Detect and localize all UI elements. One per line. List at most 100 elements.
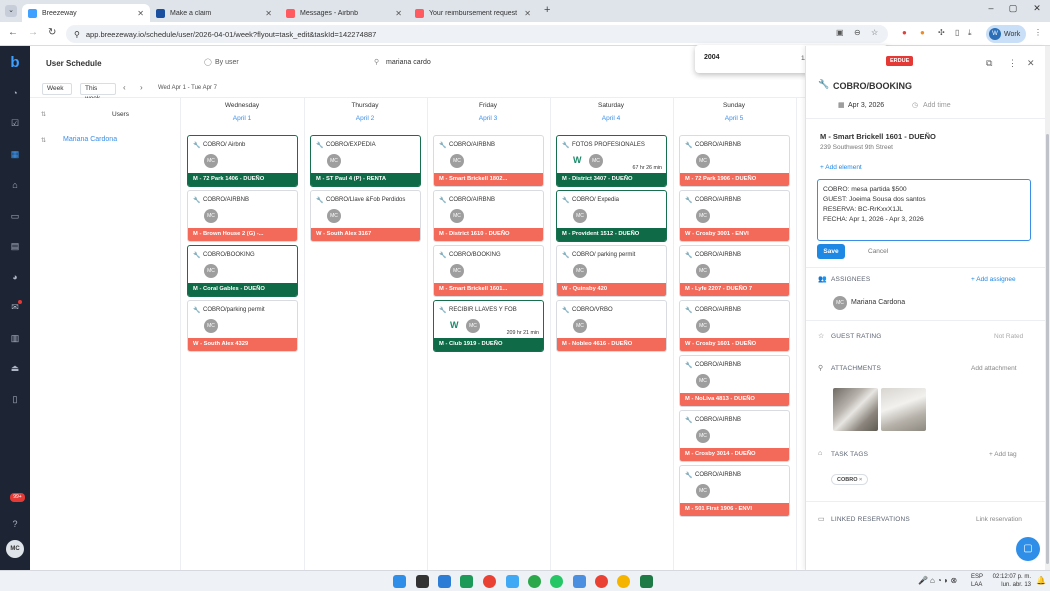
task-card[interactable]: 🔧 COBRO/BOOKING MC M - Coral Gables - DUEÑO: [187, 245, 298, 297]
extension-red-icon[interactable]: ●: [902, 28, 907, 37]
close-tab-icon[interactable]: ✕: [395, 9, 402, 18]
language-indicator[interactable]: ESP LAA: [971, 573, 983, 589]
task-card[interactable]: 🔧 COBRO/parking permit MC W - South Alex 43…: [187, 300, 298, 352]
attachment-thumbnail[interactable]: [881, 388, 926, 431]
guest-rating-value[interactable]: Not Rated: [994, 333, 1023, 340]
save-button[interactable]: Save: [817, 244, 845, 259]
maximize-button[interactable]: ▢: [1006, 3, 1020, 14]
task-card[interactable]: 🔧 COBRO/AIRBNB MC M - Brown House 2 (G) -..…: [187, 190, 298, 242]
browser-tab[interactable]: Messages - Airbnb ✕: [280, 4, 408, 22]
task-card[interactable]: 🔧 COBRO/AIRBNB MC M - District 1610 - DUEÑO: [433, 190, 544, 242]
task-card[interactable]: 🔧 COBRO/AIRBNB MC M - Lyfe 2207 - DUEÑO 7: [679, 245, 790, 297]
download-icon[interactable]: ⤓: [968, 28, 972, 38]
bed-icon[interactable]: ▭: [8, 209, 22, 223]
reports-icon[interactable]: ◕: [8, 270, 22, 284]
back-icon[interactable]: ←: [8, 27, 18, 38]
chat-icon[interactable]: ▢: [1016, 537, 1040, 561]
taskview-icon[interactable]: [416, 575, 429, 588]
chrome-icon-2[interactable]: [528, 575, 541, 588]
close-tab-icon[interactable]: ✕: [524, 9, 531, 18]
user-avatar[interactable]: MC: [6, 540, 24, 558]
task-card[interactable]: 🔧 COBRO/AIRBNB MC W - Crosby 3001 - ENVI: [679, 190, 790, 242]
clock[interactable]: 02:12:07 p. m. lun. abr. 13: [989, 573, 1031, 589]
messages-icon[interactable]: ✉: [8, 300, 22, 314]
tray-icons[interactable]: ⌂◔◗⊗: [930, 576, 959, 585]
chrome-icon[interactable]: [483, 575, 496, 588]
task-title[interactable]: COBRO/BOOKING: [833, 81, 912, 91]
task-card[interactable]: 🔧 RECIBIR LLAVES Y FOB W MC M - Club 1919 - …: [433, 300, 544, 352]
help-icon[interactable]: ?: [8, 517, 22, 531]
building-icon[interactable]: ▥: [8, 331, 22, 345]
home-icon[interactable]: ⌂: [8, 178, 22, 192]
this-week-button[interactable]: This week: [80, 83, 116, 102]
notification-bell-icon[interactable]: 🔔: [1036, 576, 1046, 585]
add-assignee-button[interactable]: + Add assignee: [971, 276, 1016, 283]
assignee-name[interactable]: Mariana Cardona: [851, 299, 905, 306]
mic-icon[interactable]: 🎤: [918, 576, 928, 585]
app-ms-icon[interactable]: [506, 575, 519, 588]
task-card[interactable]: 🔧 FOTOS PROFESIONALES W MC M - District 3407…: [556, 135, 667, 187]
new-tab-button[interactable]: +: [544, 4, 550, 16]
day-date[interactable]: April 5: [674, 115, 794, 122]
install-icon[interactable]: ▣: [836, 28, 844, 37]
more-menu-icon[interactable]: ⋮: [1008, 58, 1017, 69]
task-card[interactable]: 🔧 COBRO/AIRBNB MC M - NoLiva 4813 - DUEÑO: [679, 355, 790, 407]
minimize-button[interactable]: –: [984, 3, 998, 13]
task-card[interactable]: 🔧 COBRO/AIRBNB MC M - 72 Park 1906 - DUEÑO: [679, 135, 790, 187]
task-card[interactable]: 🔧 COBRO/ Airbnb MC M - 72 Park 1406 - DUEÑO: [187, 135, 298, 187]
task-notes-textarea[interactable]: COBRO: mesa partida $500 GUEST: Joeima So…: [817, 179, 1031, 241]
app-folder-icon[interactable]: [573, 575, 586, 588]
task-card[interactable]: 🔧 COBRO/AIRBNB MC M - Smart Brickell 1802..…: [433, 135, 544, 187]
reload-icon[interactable]: ↻: [48, 27, 56, 38]
chrome-icon-4[interactable]: [617, 575, 630, 588]
task-card[interactable]: 🔧 COBRO/AIRBNB MC M - Crosby 3014 - DUEÑO: [679, 410, 790, 462]
close-tab-icon[interactable]: ✕: [265, 9, 272, 18]
breezeway-logo[interactable]: b: [6, 54, 24, 72]
site-info-icon[interactable]: ⚲: [74, 30, 80, 39]
sidebar-icon[interactable]: ▯: [955, 28, 959, 37]
dashboard-icon[interactable]: ◔: [8, 86, 22, 100]
url-field[interactable]: ⚲ app.breezeway.io/schedule/user/2026-04…: [66, 25, 888, 43]
close-panel-icon[interactable]: ✕: [1027, 58, 1035, 69]
extensions-puzzle-icon[interactable]: ✣: [938, 28, 945, 37]
browser-tab[interactable]: Make a claim ✕: [150, 4, 278, 22]
prev-week-icon[interactable]: ‹: [123, 83, 126, 92]
device-icon[interactable]: ▯: [8, 392, 22, 406]
schedule-search-input[interactable]: mariana cardo: [386, 59, 431, 66]
forward-icon[interactable]: →: [28, 27, 38, 38]
group-by-select[interactable]: By user: [215, 59, 239, 66]
schedule-title[interactable]: User Schedule: [46, 59, 102, 68]
add-attachment-button[interactable]: Add attachment: [971, 365, 1017, 372]
profile-button[interactable]: W Work: [986, 25, 1026, 43]
tasks-icon[interactable]: ☑: [8, 116, 22, 130]
property-name[interactable]: M - Smart Brickell 1601 - DUEÑO: [820, 132, 936, 141]
day-date[interactable]: April 3: [428, 115, 548, 122]
extension-orange-icon[interactable]: ●: [920, 28, 925, 37]
app-green-icon[interactable]: [460, 575, 473, 588]
day-date[interactable]: April 4: [551, 115, 671, 122]
expand-icon[interactable]: ⇅: [41, 111, 46, 118]
view-select[interactable]: Week ⌄: [42, 83, 72, 102]
expand-row-icon[interactable]: ⇅: [41, 137, 46, 144]
notifications-badge[interactable]: 99+: [10, 493, 25, 502]
excel-icon[interactable]: [640, 575, 653, 588]
user-name[interactable]: Mariana Cardona: [63, 136, 117, 143]
cancel-button[interactable]: Cancel: [868, 248, 888, 255]
next-week-icon[interactable]: ›: [140, 83, 143, 92]
add-tag-button[interactable]: + Add tag: [989, 451, 1017, 458]
browser-tab[interactable]: Your reimbursement request a... ✕: [409, 4, 537, 22]
find-input[interactable]: 2004: [704, 54, 720, 61]
day-date[interactable]: April 2: [305, 115, 425, 122]
close-window-button[interactable]: ✕: [1030, 3, 1044, 14]
task-date[interactable]: Apr 3, 2026: [848, 102, 884, 109]
add-element-button[interactable]: + Add element: [820, 164, 862, 171]
task-card[interactable]: 🔧 COBRO/AIRBNB MC W - Crosby 1601 - DUEÑO: [679, 300, 790, 352]
add-time-button[interactable]: Add time: [923, 102, 951, 109]
inbox-icon[interactable]: ▤: [8, 239, 22, 253]
browser-tab[interactable]: Breezeway ✕: [22, 4, 150, 22]
task-card[interactable]: 🔧 COBRO/ Expedia MC M - Provident 1512 - DU…: [556, 190, 667, 242]
task-card[interactable]: 🔧 COBRO/VRBO MC M - Nobleo 4616 - DUEÑO: [556, 300, 667, 352]
windows-start-icon[interactable]: [393, 575, 406, 588]
whatsapp-icon[interactable]: [550, 575, 563, 588]
app-blue-icon[interactable]: [438, 575, 451, 588]
